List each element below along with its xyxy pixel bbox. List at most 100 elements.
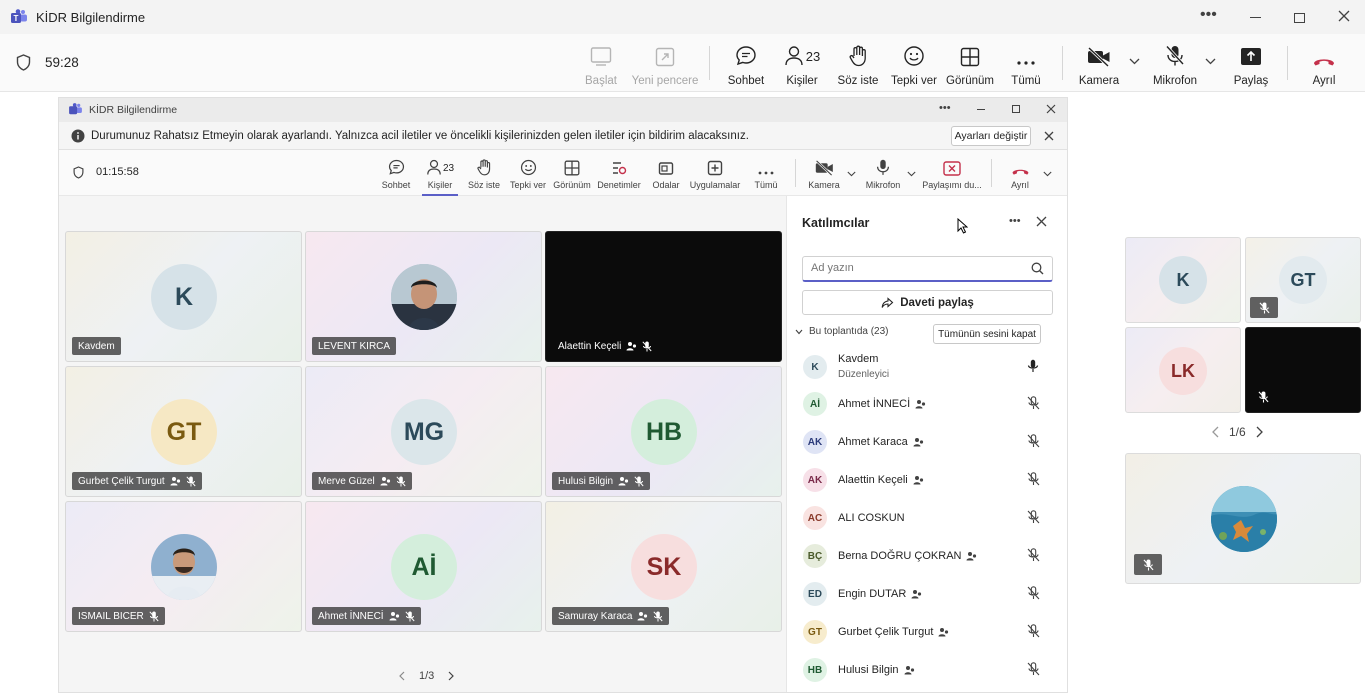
leave-button[interactable]: Ayrıl: [1306, 34, 1342, 92]
maximize-button[interactable]: [1012, 105, 1020, 113]
chat-button[interactable]: Sohbet: [726, 34, 766, 92]
mic-off-icon[interactable]: [1027, 472, 1040, 486]
mic-off-icon[interactable]: [1027, 434, 1040, 448]
participant-row[interactable]: AK Ahmet Karaca: [787, 423, 1067, 461]
participant-tile[interactable]: [1245, 327, 1361, 413]
minimize-button[interactable]: [1250, 17, 1261, 18]
participant-tile[interactable]: K: [1125, 237, 1241, 323]
view-button[interactable]: Görünüm: [944, 34, 996, 92]
start-button[interactable]: Başlat: [580, 34, 622, 92]
avatar: HB: [803, 658, 827, 682]
inner-apps-button[interactable]: Uygulamalar: [689, 150, 741, 196]
close-button[interactable]: [1046, 104, 1056, 114]
inner-view-button[interactable]: Görünüm: [552, 150, 592, 196]
participant-row[interactable]: AK Alaettin Keçeli: [787, 461, 1067, 499]
mic-icon[interactable]: [1027, 359, 1039, 373]
participant-tile[interactable]: LK: [1125, 327, 1241, 413]
inner-rooms-button[interactable]: Odalar: [649, 150, 683, 196]
inner-people-button[interactable]: 23 Kişiler: [422, 150, 458, 196]
participant-row[interactable]: HB Hulusi Bilgin: [787, 651, 1067, 689]
mic-options-chevron-icon[interactable]: [907, 171, 916, 177]
participant-search[interactable]: [802, 256, 1053, 282]
mic-off-icon[interactable]: [1027, 396, 1040, 410]
close-button[interactable]: [1337, 9, 1351, 23]
participant-tile[interactable]: GT: [1245, 237, 1361, 323]
chevron-left-icon[interactable]: [1212, 426, 1219, 438]
chevron-left-icon[interactable]: [399, 671, 405, 681]
more-options-icon[interactable]: •••: [939, 102, 951, 114]
camera-options-chevron-icon[interactable]: [1129, 58, 1140, 65]
participant-row[interactable]: BÇ Berna DOĞRU ÇOKRAN: [787, 537, 1067, 575]
mic-off-icon[interactable]: [1027, 510, 1040, 524]
toolbar-divider: [709, 46, 710, 80]
participant-name-tag: Ahmet İNNECİ: [312, 607, 421, 625]
svg-text:T: T: [14, 14, 19, 23]
participant-tile[interactable]: GT Gurbet Çelik Turgut: [65, 366, 302, 497]
participant-tile[interactable]: K Kavdem: [65, 231, 302, 362]
participant-row[interactable]: Aİ Ahmet İNNECİ: [787, 385, 1067, 423]
share-button[interactable]: Paylaş: [1232, 34, 1270, 92]
camera-options-chevron-icon[interactable]: [847, 171, 856, 177]
raise-hand-button[interactable]: Söz iste: [836, 34, 880, 92]
mic-button[interactable]: Mikrofon: [1150, 34, 1200, 92]
mic-off-icon[interactable]: [1027, 586, 1040, 600]
page-indicator: 1/3: [419, 670, 435, 682]
info-icon: [71, 129, 85, 143]
participant-name: ALI COSKUN: [838, 512, 905, 524]
react-button[interactable]: Tepki ver: [890, 34, 938, 92]
inner-raise-hand-button[interactable]: Söz iste: [467, 150, 501, 196]
chevron-right-icon[interactable]: [448, 671, 455, 681]
maximize-button[interactable]: [1294, 13, 1305, 23]
mic-off-icon[interactable]: [1027, 548, 1040, 562]
close-icon[interactable]: [1044, 131, 1054, 141]
mic-off-icon[interactable]: [1027, 662, 1040, 676]
mic-options-chevron-icon[interactable]: [1205, 58, 1216, 65]
leave-options-chevron-icon[interactable]: [1043, 171, 1052, 177]
participant-row[interactable]: ED Engin DUTAR: [787, 575, 1067, 613]
participant-row[interactable]: GT Gurbet Çelik Turgut: [787, 613, 1067, 651]
close-icon[interactable]: [1036, 216, 1047, 227]
inner-camera-button[interactable]: Kamera: [806, 150, 842, 196]
inner-meeting-timer: 01:15:58: [96, 166, 139, 178]
more-options-icon[interactable]: •••: [1009, 215, 1021, 227]
inner-stop-sharing-button[interactable]: Paylaşımı du...: [922, 150, 982, 196]
inner-controls-button[interactable]: Denetimler: [597, 150, 641, 196]
inner-react-button[interactable]: Tepki ver: [509, 150, 547, 196]
mic-off-icon[interactable]: [1027, 624, 1040, 638]
participant-row[interactable]: K Kavdem Düzenleyici: [787, 348, 1067, 386]
people-button[interactable]: 23 Kişiler: [780, 34, 824, 92]
minimize-button[interactable]: [977, 109, 985, 110]
self-view-tile[interactable]: [1125, 453, 1361, 584]
new-window-button[interactable]: Yeni pencere: [632, 34, 698, 92]
search-icon[interactable]: [1031, 262, 1044, 275]
mute-all-button[interactable]: Tümünün sesini kapat: [933, 324, 1041, 344]
inner-mic-button[interactable]: Mikrofon: [864, 150, 902, 196]
chevron-right-icon[interactable]: [1256, 426, 1263, 438]
search-input[interactable]: [803, 257, 1013, 279]
participant-tile[interactable]: SK Samuray Karaca: [545, 501, 782, 632]
change-settings-button[interactable]: Ayarları değiştir: [951, 126, 1031, 146]
participant-tile[interactable]: LEVENT KIRCA: [305, 231, 542, 362]
inner-leave-button[interactable]: Ayrıl: [1007, 150, 1033, 196]
more-options-icon[interactable]: •••: [1200, 6, 1217, 24]
participant-tile[interactable]: Aİ Ahmet İNNECİ: [305, 501, 542, 632]
avatar: HB: [631, 399, 697, 465]
share-invite-button[interactable]: Daveti paylaş: [802, 290, 1053, 315]
participant-row[interactable]: AC ALI COSKUN: [787, 499, 1067, 537]
participant-tile[interactable]: ISMAIL BICER: [65, 501, 302, 632]
inner-more-button[interactable]: Tümü: [751, 150, 781, 196]
controls-icon: [611, 158, 627, 176]
mic-off-icon: [1250, 297, 1278, 318]
participant-tile[interactable]: Alaettin Keçeli: [545, 231, 782, 362]
participant-tile[interactable]: MG Merve Güzel: [305, 366, 542, 497]
people-icon: 23: [784, 43, 820, 67]
participant-tile[interactable]: HB Hulusi Bilgin: [545, 366, 782, 497]
share-icon: [1240, 43, 1262, 67]
more-button[interactable]: Tümü: [1008, 34, 1044, 92]
in-meeting-section[interactable]: Bu toplantıda (23): [795, 326, 889, 337]
participant-name-tag: Hulusi Bilgin: [552, 472, 651, 490]
notification-text: Durumunuz Rahatsız Etmeyin olarak ayarla…: [91, 130, 749, 142]
inner-chat-button[interactable]: Sohbet: [381, 150, 411, 196]
camera-button[interactable]: Kamera: [1077, 34, 1121, 92]
toolbar-divider: [795, 159, 796, 187]
